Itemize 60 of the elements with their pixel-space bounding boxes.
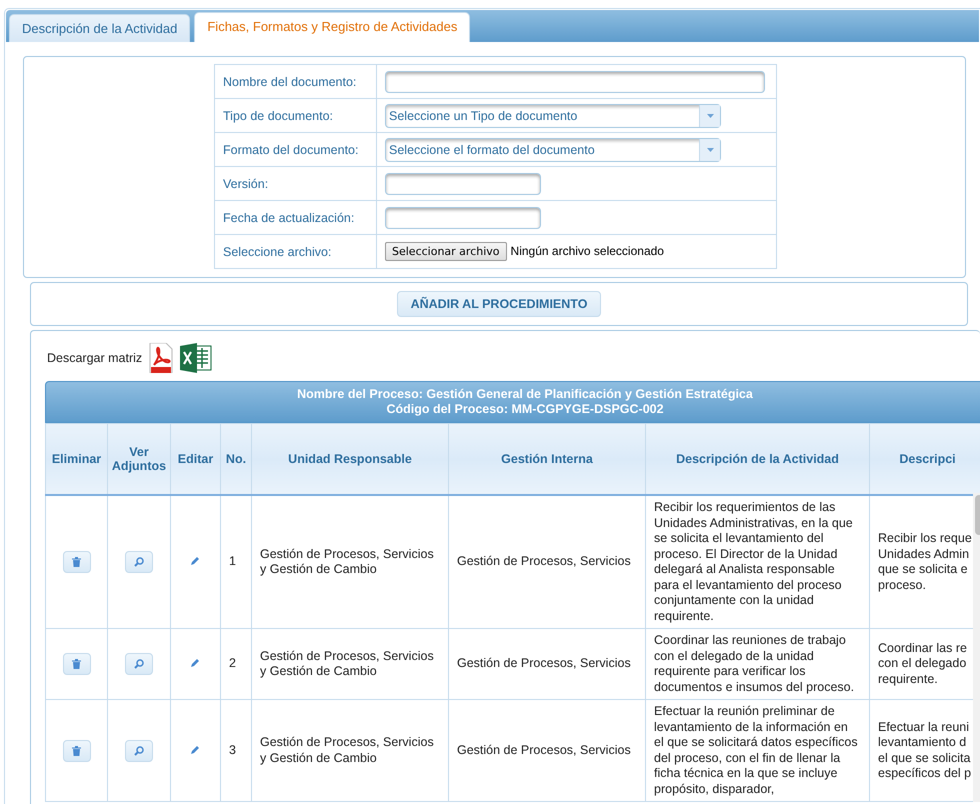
column-header: Eliminar — [52, 452, 102, 466]
table-cell: Coordinar las reuniones de trabajo con el delegado de la unidad requirente para verificar los documentos e insumos del proceso. — [654, 633, 854, 694]
table-cell: 1 — [229, 554, 236, 568]
table-cell: Gestión de Procesos, Servicios — [457, 742, 631, 757]
delete-button[interactable] — [62, 551, 90, 573]
text-field[interactable] — [385, 70, 765, 92]
search-icon — [134, 746, 144, 756]
table-cell: Recibir los reque Unidades Admin que se solicita e proceso. — [878, 531, 972, 592]
delete-button[interactable] — [62, 740, 90, 762]
table-cell: Coordinar las re con el delegado requirente. — [878, 640, 967, 686]
field-label: Nombre del documento: — [223, 74, 356, 88]
pencil-icon[interactable] — [191, 744, 200, 754]
table-cell: Gestión de Procesos, Servicios — [457, 554, 631, 568]
pencil-icon[interactable] — [191, 556, 200, 566]
table-cell: Recibir los requerimientos de las Unidades Administrativas, en la que se solicita el levantamiento del proceso. El Director de la Unidad delegará al Analista responsable para el levantamiento del proceso conjuntamente con la unidad requirente. — [654, 500, 853, 622]
field-label: Versión: — [223, 176, 268, 190]
download-label: Descargar matriz — [47, 351, 142, 365]
view-button[interactable] — [125, 740, 153, 762]
tab[interactable]: Descripción de la Actividad — [9, 14, 190, 42]
table-cell: Gestión de Procesos, Servicios — [457, 656, 631, 670]
search-icon — [134, 659, 144, 669]
spreadsheet-icon[interactable] — [180, 343, 212, 373]
search-icon — [134, 557, 144, 567]
table-cell: 3 — [229, 742, 236, 757]
column-header: Gestión Interna — [501, 452, 593, 466]
delete-button[interactable] — [62, 653, 90, 675]
field-label: Seleccione archivo: — [223, 244, 332, 258]
caret-icon — [706, 148, 714, 152]
column-header: No. — [226, 452, 246, 466]
column-header: Ver Adjuntos — [112, 445, 166, 473]
text-field[interactable] — [385, 206, 541, 228]
column-header: Descripci — [899, 452, 956, 466]
file-status: Ningún archivo seleccionado — [510, 244, 664, 258]
trash-icon — [72, 557, 81, 567]
caret-icon — [706, 114, 714, 118]
column-header: Editar — [178, 452, 214, 466]
view-button[interactable] — [125, 551, 153, 573]
table-cell: Gestión de Procesos, Servicios y Gestión de Cambio — [260, 546, 434, 576]
view-button[interactable] — [125, 653, 153, 675]
tab[interactable]: Fichas, Formatos y Registro de Actividades — [194, 12, 470, 42]
pdf-icon[interactable] — [148, 343, 174, 373]
table-cell: 2 — [229, 656, 236, 670]
column-header: Unidad Responsable — [288, 452, 412, 466]
file-button[interactable]: Seleccionar archivo — [385, 242, 507, 261]
select-field[interactable]: Seleccione un Tipo de documento — [385, 104, 721, 128]
text-field[interactable] — [385, 172, 541, 194]
field-label: Formato del documento: — [223, 142, 358, 156]
trash-icon — [72, 746, 81, 756]
table-cell: Efectuar la reuni levantamiento d el que se solicita específicos del p — [878, 720, 972, 780]
trash-icon — [72, 659, 81, 669]
column-header: Descripción de la Actividad — [676, 452, 839, 466]
add-button[interactable]: AÑADIR AL PROCEDIMIENTO — [396, 291, 602, 317]
table-title: Nombre del Proceso: Gestión General de Planificación y Gestión Estratégica Código del Proceso: MM-CGPYGE-DSPGC-002 — [45, 381, 980, 423]
select-field[interactable]: Seleccione el formato del documento — [385, 138, 721, 162]
table-cell: Efectuar la reunión preliminar de levantamiento de la información en el que se solicitará datos específicos del proceso, con el fin de llenar la ficha técnica en la que se incluye propósito, disparador, — [654, 704, 858, 796]
field-label: Fecha de actualización: — [223, 210, 354, 224]
table-cell: Gestión de Procesos, Servicios y Gestión de Cambio — [260, 735, 434, 764]
table-cell: Gestión de Procesos, Servicios y Gestión de Cambio — [260, 648, 434, 678]
pencil-icon[interactable] — [191, 658, 200, 668]
field-label: Tipo de documento: — [223, 108, 334, 122]
